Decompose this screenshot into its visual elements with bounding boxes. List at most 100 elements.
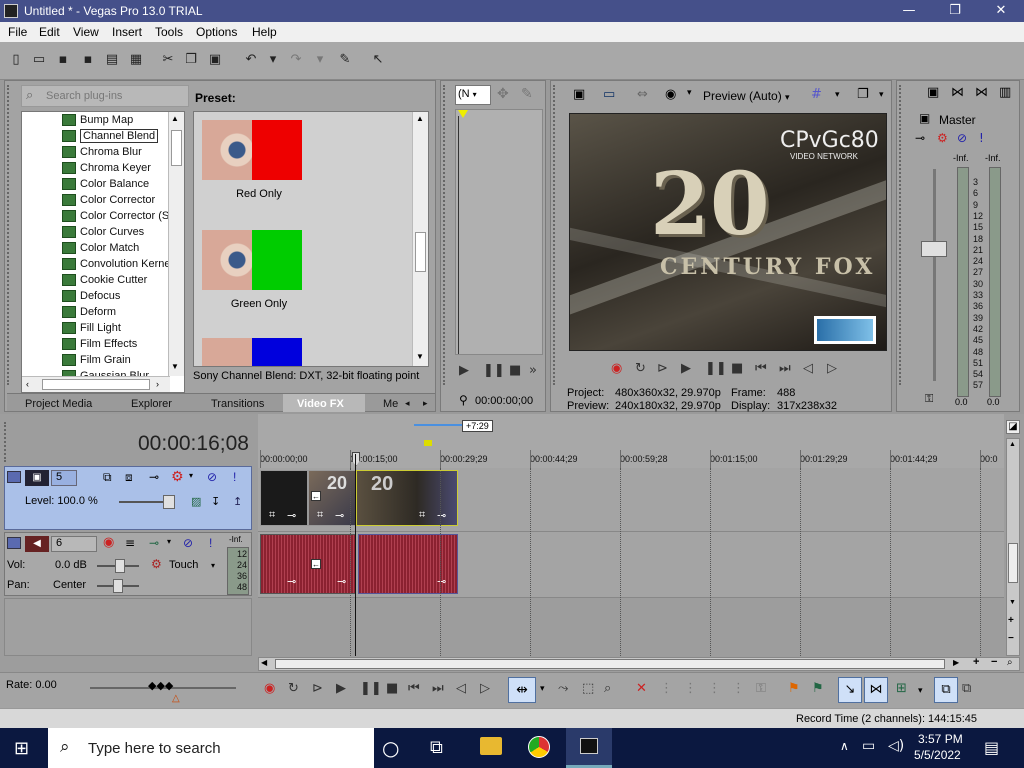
loop-region-bar[interactable] [414, 424, 464, 426]
transport-start-icon[interactable]: ⏮ [408, 681, 420, 696]
menu-view[interactable]: View [73, 25, 99, 39]
plugin-tree[interactable]: Bump Map Channel Blend Chroma Blur Chroma K… [21, 111, 185, 393]
scroll-right-icon[interactable]: › [156, 379, 159, 389]
menu-insert[interactable]: Insert [112, 25, 142, 39]
hscroll-right-icon[interactable]: ▶ [953, 658, 959, 667]
video-solo-icon[interactable]: ! [233, 470, 236, 484]
pause-icon[interactable]: ❚❚ [705, 361, 727, 376]
plugin-item[interactable]: Cookie Cutter [62, 274, 147, 290]
snapping-icon[interactable]: ⊞ [896, 681, 907, 696]
plugin-item[interactable]: Channel Blend [62, 129, 159, 146]
audio-fx-dropdown-icon[interactable]: ▾ [167, 537, 171, 546]
master-solo-icon[interactable]: ! [979, 131, 984, 145]
plugin-tree-scrollbar[interactable]: ▲ ▼ [168, 112, 184, 376]
previous-frame-icon[interactable]: ◁ [803, 361, 813, 376]
preview-fx-icon[interactable]: ⇔ [637, 87, 648, 102]
audio-clip-1[interactable]: ← ⊸ ⊸ [260, 534, 356, 594]
record-icon[interactable]: ◉ [611, 361, 622, 376]
save-icon[interactable]: ▪ [55, 52, 71, 68]
video-preview-frame[interactable]: 20 CENTURY FOX CPvGc80 VIDEO NETWORK [569, 113, 887, 351]
preset-scroll-up-icon[interactable]: ▲ [416, 114, 424, 123]
delete-icon[interactable]: ✕ [636, 681, 647, 696]
preset-scroll-down-icon[interactable]: ▼ [416, 352, 424, 361]
selection-tool-icon[interactable]: ⬚ [582, 681, 594, 696]
dim-output-icon[interactable]: ⋈ [975, 85, 988, 100]
transition-icon[interactable]: ← [311, 491, 321, 501]
trim-start-icon[interactable]: ⋮ [684, 681, 697, 696]
clip-3-fx-icon[interactable]: ⊸ [437, 509, 446, 522]
taskbar-search-box[interactable]: ⌕ Type here to search [48, 728, 374, 768]
audio-clip-2-fx-icon[interactable]: ⊸ [437, 575, 446, 588]
project-properties-icon[interactable]: ▣ [573, 87, 585, 102]
copy-icon[interactable]: ❐ [183, 52, 199, 68]
plugin-item[interactable]: Color Balance [62, 178, 149, 194]
timeline-ruler[interactable]: +7:29 00:00:00;00 00:00:15;00 00:00:29;29 0… [258, 414, 1004, 468]
open-folder-icon[interactable]: ▭ [31, 52, 47, 68]
envelope-tool-icon[interactable]: ⤳ [558, 681, 568, 696]
cortana-icon[interactable]: ○ [382, 736, 399, 760]
plugin-item[interactable]: Film Effects [62, 338, 137, 354]
zoom-out-horizontal-icon[interactable]: − [991, 656, 997, 668]
plugin-item[interactable]: Color Corrector [62, 194, 155, 210]
audio-track-lane[interactable]: ← ⊸ ⊸ ⊸ [258, 532, 1004, 598]
preview-quality-dropdown[interactable]: Preview (Auto) ▾ [703, 89, 790, 103]
preset-blue-only-thumb[interactable] [202, 338, 302, 366]
automation-gear-icon[interactable]: ⚙ [151, 557, 162, 571]
ignore-grouping-icon[interactable]: ⧉ [962, 681, 971, 696]
edit-tool-dropdown-icon[interactable]: ▾ [540, 683, 545, 694]
zoom-in-vertical-icon[interactable]: + [1008, 615, 1014, 626]
menu-file[interactable]: File [8, 25, 27, 39]
audio-envelope-icon[interactable]: ≡ [125, 536, 135, 550]
timeline-grip[interactable] [4, 422, 12, 462]
plugin-item[interactable]: Bump Map [62, 114, 133, 130]
search-plugins-box[interactable]: ⌕ Search plug-ins [21, 85, 189, 107]
insert-marker-icon[interactable]: ⚑ [788, 681, 800, 696]
preset-red-only-thumb[interactable] [202, 120, 302, 180]
timeline-menu-icon[interactable]: ◪ [1006, 420, 1020, 434]
copy-snapshot-icon[interactable]: ❐ [857, 87, 869, 102]
menu-tools[interactable]: Tools [155, 25, 183, 39]
track-fx-dropdown-icon[interactable]: ▾ [189, 471, 193, 480]
whats-this-icon[interactable]: ↖ [370, 52, 386, 68]
track-list-empty-area[interactable] [4, 598, 252, 656]
normal-edit-tool-icon[interactable]: ⇹ [508, 677, 536, 703]
vscroll-up-icon[interactable]: ▲ [1009, 441, 1016, 448]
loop-playback-icon[interactable]: ↻ [635, 361, 646, 376]
vol-handle[interactable] [115, 559, 125, 573]
go-to-start-icon[interactable]: ⏮ [755, 361, 767, 376]
preview-menu-icon[interactable]: ▾ [879, 89, 884, 100]
video-track-collapse-icon[interactable] [7, 471, 21, 483]
video-track-header[interactable]: ▣ 5 ⧉ ⧈ ⊸ ⚙ ▾ ⊘ ! Level: 100.0 % ▨ ↧ ↥ [4, 466, 252, 530]
scroll-up-icon[interactable]: ▲ [171, 114, 179, 123]
preview-grip[interactable] [553, 85, 559, 385]
cut-icon[interactable]: ✂ [160, 52, 176, 68]
menu-help[interactable]: Help [252, 25, 277, 39]
audio-fade-icon[interactable]: ← [311, 559, 321, 569]
vegas-app-icon[interactable] [4, 4, 18, 18]
taskbar-time[interactable]: 3:57 PM [918, 732, 963, 746]
plugin-item[interactable]: Color Corrector (S [62, 210, 169, 226]
clip-fx-icon[interactable]: ⊸ [287, 509, 296, 522]
track-fx-icon[interactable]: ⊸ [149, 470, 159, 484]
master-fader-track[interactable] [933, 169, 936, 381]
vscroll-down-icon[interactable]: ▼ [1009, 599, 1016, 606]
volume-icon[interactable]: ◁) [888, 738, 904, 754]
save-as-icon[interactable]: ▪ [80, 52, 96, 68]
undo-dropdown-icon[interactable]: ▾ [265, 52, 281, 68]
split-screen-dropdown-icon[interactable]: ▾ [687, 87, 692, 98]
go-to-end-icon[interactable]: ⏭ [779, 361, 791, 376]
zoom-out-vertical-icon[interactable]: − [1008, 633, 1014, 644]
make-child-icon[interactable]: ↧ [211, 495, 220, 508]
transport-loop-icon[interactable]: ↻ [288, 681, 299, 696]
tab-transitions[interactable]: Transitions [211, 398, 264, 410]
file-explorer-icon[interactable] [480, 737, 502, 755]
track-motion-icon[interactable]: ⧉ [103, 470, 112, 485]
menu-options[interactable]: Options [196, 25, 237, 39]
track-fx-gear-icon[interactable]: ⚙ [171, 469, 184, 485]
zoom-tool-icon[interactable]: ⌕ [1007, 657, 1013, 668]
audio-clip-2[interactable]: ⊸ [358, 534, 458, 594]
plugin-item[interactable]: Chroma Keyer [62, 162, 151, 178]
plugin-item[interactable]: Chroma Blur [62, 146, 142, 162]
scroll-down-icon[interactable]: ▼ [171, 362, 179, 371]
tabs-scroll-left-icon[interactable]: ◂ [405, 398, 410, 409]
